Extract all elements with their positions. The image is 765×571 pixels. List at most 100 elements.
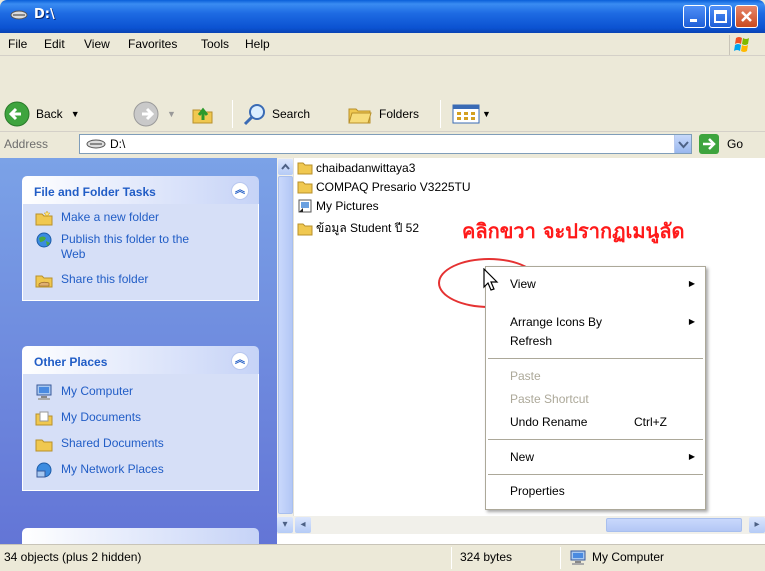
panel-title: Other Places [34,355,108,369]
menu-view[interactable]: View [84,37,110,51]
back-label: Back [36,107,63,121]
forward-dropdown-icon[interactable]: ▼ [167,109,176,119]
search-button[interactable]: Search [242,99,310,129]
status-divider [560,547,561,569]
task-publish-folder[interactable]: Publish this folder to the Web [35,232,258,272]
scroll-up-button[interactable] [278,159,293,175]
file-item[interactable]: ข้อมูล Student ปี 52 [297,219,419,238]
documents-folder-icon [35,411,53,426]
ctx-arrange-icons[interactable]: Arrange Icons By [510,315,602,329]
folder-icon [297,162,313,175]
mouse-cursor-icon [483,268,499,291]
panel-body: My Computer My Documents Shared Document… [22,374,259,491]
up-folder-icon [192,107,213,124]
ctx-view[interactable]: View [510,277,536,291]
forward-arrow-icon [133,101,159,127]
ctx-undo-shortcut: Ctrl+Z [634,415,667,429]
menu-file[interactable]: File [8,37,27,51]
place-my-network-places[interactable]: My Network Places [35,462,258,484]
scroll-thumb[interactable] [606,518,742,532]
menu-separator [488,474,703,475]
ctx-refresh[interactable]: Refresh [510,334,552,348]
details-panel [22,528,259,544]
scroll-right-button[interactable]: ▸ [749,517,765,533]
back-arrow-icon [4,101,30,127]
views-button[interactable]: ▼ [452,99,491,129]
menu-separator [488,439,703,440]
go-label: Go [727,137,744,151]
views-icon [452,104,480,124]
place-label: My Network Places [61,462,164,476]
panel-header[interactable] [22,528,259,544]
pictures-shortcut-icon [298,199,312,213]
task-share-folder[interactable]: Share this folder [35,272,258,294]
collapse-chevron-icon[interactable]: ︽ [231,182,249,200]
back-dropdown-icon[interactable]: ▼ [71,109,80,119]
file-name: chaibadanwittaya3 [316,161,416,175]
publish-web-icon [36,232,52,248]
close-button[interactable] [735,5,758,28]
scroll-down-button[interactable]: ▾ [277,517,293,533]
status-divider [451,547,452,569]
menu-tools[interactable]: Tools [201,37,229,51]
new-folder-icon [35,210,53,226]
menu-help[interactable]: Help [245,37,270,51]
place-my-computer[interactable]: My Computer [35,384,258,410]
panel-body: Make a new folder Publish this folder to… [22,204,259,301]
ctx-paste: Paste [510,369,541,383]
ctx-properties[interactable]: Properties [510,484,565,498]
minimize-button[interactable] [683,5,706,28]
back-button[interactable]: Back ▼ [4,99,80,129]
folders-label: Folders [379,107,420,121]
file-item[interactable]: COMPAQ Presario V3225TU [297,180,471,194]
views-dropdown-icon[interactable]: ▼ [482,109,491,119]
forward-button[interactable]: ▼ [133,99,176,129]
place-label: Shared Documents [61,436,164,450]
title-bar: D:\ [0,0,765,33]
place-label: My Computer [61,384,134,398]
shared-folder-icon [35,439,53,452]
network-places-icon [36,462,52,478]
address-label: Address [4,137,49,151]
file-name: My Pictures [316,199,379,213]
computer-icon [36,384,52,400]
folders-button[interactable]: Folders [347,99,419,129]
window-title: D:\ [34,7,55,22]
task-label: Publish this folder to the Web [61,232,190,261]
file-item[interactable]: chaibadanwittaya3 [297,161,415,175]
task-make-new-folder[interactable]: Make a new folder [35,210,258,232]
scroll-left-button[interactable]: ◂ [295,517,311,533]
place-label: My Documents [61,410,142,424]
place-my-documents[interactable]: My Documents [35,410,258,436]
file-name: COMPAQ Presario V3225TU [316,180,471,194]
share-folder-icon [35,275,53,288]
horizontal-scrollbar[interactable]: ▾ ◂ ▸ [277,516,765,534]
file-name: ข้อมูล Student ปี 52 [316,221,420,235]
panel-header[interactable]: File and Folder Tasks ︽ [22,176,259,204]
place-shared-documents[interactable]: Shared Documents [35,436,258,462]
folder-icon [297,181,313,194]
menu-separator [488,358,703,359]
file-item[interactable]: My Pictures [297,199,379,213]
maximize-button[interactable] [709,5,732,28]
address-input[interactable]: D:\ [79,134,692,154]
search-icon [243,104,265,126]
address-dropdown-button[interactable] [674,135,691,153]
status-object-count: 34 objects (plus 2 hidden) [4,550,142,564]
status-bar: 34 objects (plus 2 hidden) 324 bytes My … [0,544,765,571]
scroll-thumb[interactable] [278,176,293,514]
up-folder-button[interactable] [190,99,216,129]
ctx-undo-rename[interactable]: Undo Rename [510,415,587,429]
vertical-scrollbar[interactable] [277,158,294,516]
search-label: Search [272,107,311,121]
menu-favorites[interactable]: Favorites [128,37,177,51]
submenu-arrow-icon: ▶ [688,317,695,326]
go-button[interactable]: Go [699,134,759,154]
task-label: Make a new folder [61,210,160,224]
ctx-new[interactable]: New [510,450,534,464]
standard-toolbar: Back ▼ ▼ Search Folders ▼ [0,95,765,132]
panel-header[interactable]: Other Places ︽ [22,346,259,374]
panel-title: File and Folder Tasks [34,185,156,199]
collapse-chevron-icon[interactable]: ︽ [231,352,249,370]
menu-edit[interactable]: Edit [44,37,65,51]
